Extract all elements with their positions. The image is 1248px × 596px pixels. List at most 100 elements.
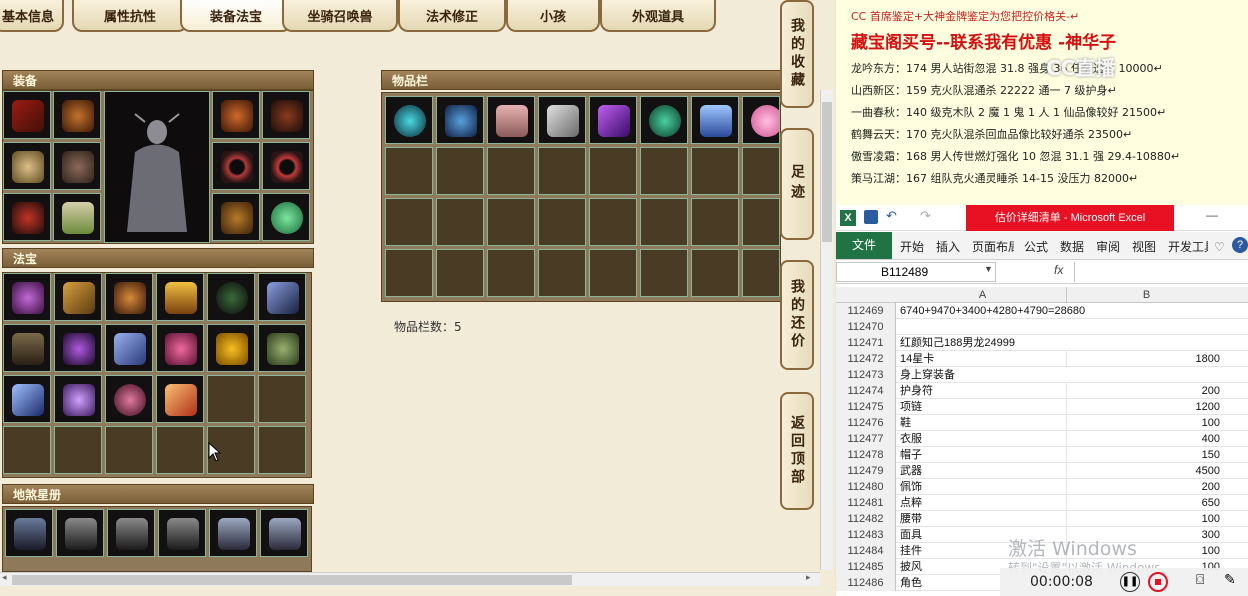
equipment-slot[interactable] bbox=[262, 193, 310, 241]
equipment-slot[interactable] bbox=[53, 193, 101, 241]
redo-icon[interactable]: ↷ bbox=[920, 208, 931, 224]
cell-a[interactable]: 帽子 bbox=[900, 447, 1065, 463]
table-row[interactable]: 112475 项链 1200 bbox=[836, 399, 1248, 415]
equipment-slot[interactable] bbox=[212, 91, 260, 139]
star-card[interactable] bbox=[107, 509, 155, 557]
name-box[interactable]: B112489 bbox=[836, 262, 996, 282]
empty-slot[interactable] bbox=[436, 147, 484, 195]
empty-slot[interactable] bbox=[538, 249, 586, 297]
cell-a[interactable]: 身上穿装备 bbox=[900, 367, 1065, 383]
fabao-slot[interactable] bbox=[54, 324, 102, 372]
cell-b[interactable]: 1200 bbox=[1066, 399, 1226, 415]
tab-child[interactable]: 小孩 bbox=[506, 0, 600, 32]
cell-b[interactable]: 1800 bbox=[1066, 351, 1226, 367]
table-row[interactable]: 112469 6740+9470+3400+4280+4790=28680 bbox=[836, 303, 1248, 319]
empty-slot[interactable] bbox=[691, 198, 739, 246]
empty-slot[interactable] bbox=[258, 426, 306, 474]
cell-a[interactable]: 衣服 bbox=[900, 431, 1065, 447]
equipment-slot[interactable] bbox=[262, 142, 310, 190]
minimize-icon[interactable]: — bbox=[1206, 208, 1218, 222]
my-bargain-button[interactable]: 我的还价 bbox=[780, 260, 814, 370]
undo-icon[interactable]: ↶ bbox=[886, 208, 897, 224]
table-row[interactable]: 112479 武器 4500 bbox=[836, 463, 1248, 479]
cell-b[interactable]: 100 bbox=[1066, 511, 1226, 527]
scroll-thumb[interactable] bbox=[822, 102, 832, 242]
cell-a[interactable]: 点粹 bbox=[900, 495, 1065, 511]
tab-insert[interactable]: 插入 bbox=[936, 238, 960, 256]
empty-slot[interactable] bbox=[640, 147, 688, 195]
vertical-scrollbar[interactable] bbox=[820, 90, 833, 570]
fabao-slot[interactable] bbox=[258, 273, 306, 321]
equipment-slot[interactable] bbox=[3, 142, 51, 190]
camera-icon[interactable]: ⌼ bbox=[1196, 572, 1204, 588]
inventory-item[interactable] bbox=[589, 96, 637, 144]
cell-a[interactable]: 红颜知己188男龙24999 bbox=[900, 335, 1065, 351]
empty-slot[interactable] bbox=[487, 249, 535, 297]
pen-icon[interactable]: ✎ bbox=[1224, 572, 1236, 588]
table-row[interactable]: 112478 帽子 150 bbox=[836, 447, 1248, 463]
column-b-header[interactable]: B bbox=[1066, 287, 1226, 303]
cell-a[interactable]: 项链 bbox=[900, 399, 1065, 415]
star-card[interactable] bbox=[158, 509, 206, 557]
empty-slot[interactable] bbox=[742, 147, 780, 195]
inventory-item[interactable] bbox=[640, 96, 688, 144]
empty-slot[interactable] bbox=[589, 198, 637, 246]
cell-a[interactable]: 14星卡 bbox=[900, 351, 1065, 367]
fabao-slot[interactable] bbox=[54, 375, 102, 423]
inventory-item[interactable] bbox=[436, 96, 484, 144]
inventory-item[interactable] bbox=[742, 96, 780, 144]
tab-file[interactable]: 文件 bbox=[836, 232, 892, 259]
tab-basic-info[interactable]: 基本信息 bbox=[0, 0, 64, 32]
tab-view[interactable]: 视图 bbox=[1132, 238, 1156, 256]
equipment-slot[interactable] bbox=[3, 193, 51, 241]
empty-slot[interactable] bbox=[589, 249, 637, 297]
empty-slot[interactable] bbox=[538, 147, 586, 195]
cell-b[interactable]: 150 bbox=[1066, 447, 1226, 463]
fabao-slot[interactable] bbox=[156, 324, 204, 372]
scroll-thumb[interactable] bbox=[12, 575, 572, 585]
table-row[interactable]: 112477 衣服 400 bbox=[836, 431, 1248, 447]
column-a-header[interactable]: A bbox=[900, 287, 1065, 303]
ribbon-collapse-icon[interactable]: ♡ bbox=[1214, 238, 1225, 256]
tab-spell-correction[interactable]: 法术修正 bbox=[398, 0, 506, 32]
tab-mounts[interactable]: 坐骑召唤兽 bbox=[282, 0, 398, 32]
equipment-slot[interactable] bbox=[262, 91, 310, 139]
fabao-slot[interactable] bbox=[3, 273, 51, 321]
table-row[interactable]: 112473 身上穿装备 bbox=[836, 367, 1248, 383]
fabao-slot[interactable] bbox=[3, 324, 51, 372]
empty-slot[interactable] bbox=[258, 375, 306, 423]
empty-slot[interactable] bbox=[487, 198, 535, 246]
tab-formulas[interactable]: 公式 bbox=[1024, 238, 1048, 256]
fabao-slot[interactable] bbox=[105, 273, 153, 321]
cell-b[interactable]: 4500 bbox=[1066, 463, 1226, 479]
empty-slot[interactable] bbox=[640, 198, 688, 246]
table-row[interactable]: 112480 佩饰 200 bbox=[836, 479, 1248, 495]
formula-input[interactable] bbox=[1074, 262, 1248, 282]
empty-slot[interactable] bbox=[691, 249, 739, 297]
empty-slot[interactable] bbox=[742, 249, 780, 297]
empty-slot[interactable] bbox=[207, 375, 255, 423]
empty-slot[interactable] bbox=[385, 249, 433, 297]
cell-a[interactable]: 武器 bbox=[900, 463, 1065, 479]
table-row[interactable]: 112481 点粹 650 bbox=[836, 495, 1248, 511]
empty-slot[interactable] bbox=[691, 147, 739, 195]
empty-slot[interactable] bbox=[640, 249, 688, 297]
cell-a[interactable]: 鞋 bbox=[900, 415, 1065, 431]
equipment-slot[interactable] bbox=[53, 91, 101, 139]
equipment-slot[interactable] bbox=[3, 91, 51, 139]
fabao-slot[interactable] bbox=[156, 273, 204, 321]
empty-slot[interactable] bbox=[385, 147, 433, 195]
empty-slot[interactable] bbox=[156, 426, 204, 474]
equipment-slot[interactable] bbox=[53, 142, 101, 190]
inventory-item[interactable] bbox=[538, 96, 586, 144]
fabao-slot[interactable] bbox=[156, 375, 204, 423]
tab-data[interactable]: 数据 bbox=[1060, 238, 1084, 256]
back-to-top-button[interactable]: 返回顶部 bbox=[780, 392, 814, 510]
table-row[interactable]: 112482 腰带 100 bbox=[836, 511, 1248, 527]
cell-b[interactable]: 200 bbox=[1066, 383, 1226, 399]
star-card[interactable] bbox=[5, 509, 53, 557]
fabao-slot[interactable] bbox=[105, 375, 153, 423]
table-row[interactable]: 112471 红颜知己188男龙24999 bbox=[836, 335, 1248, 351]
empty-slot[interactable] bbox=[487, 147, 535, 195]
empty-slot[interactable] bbox=[538, 198, 586, 246]
